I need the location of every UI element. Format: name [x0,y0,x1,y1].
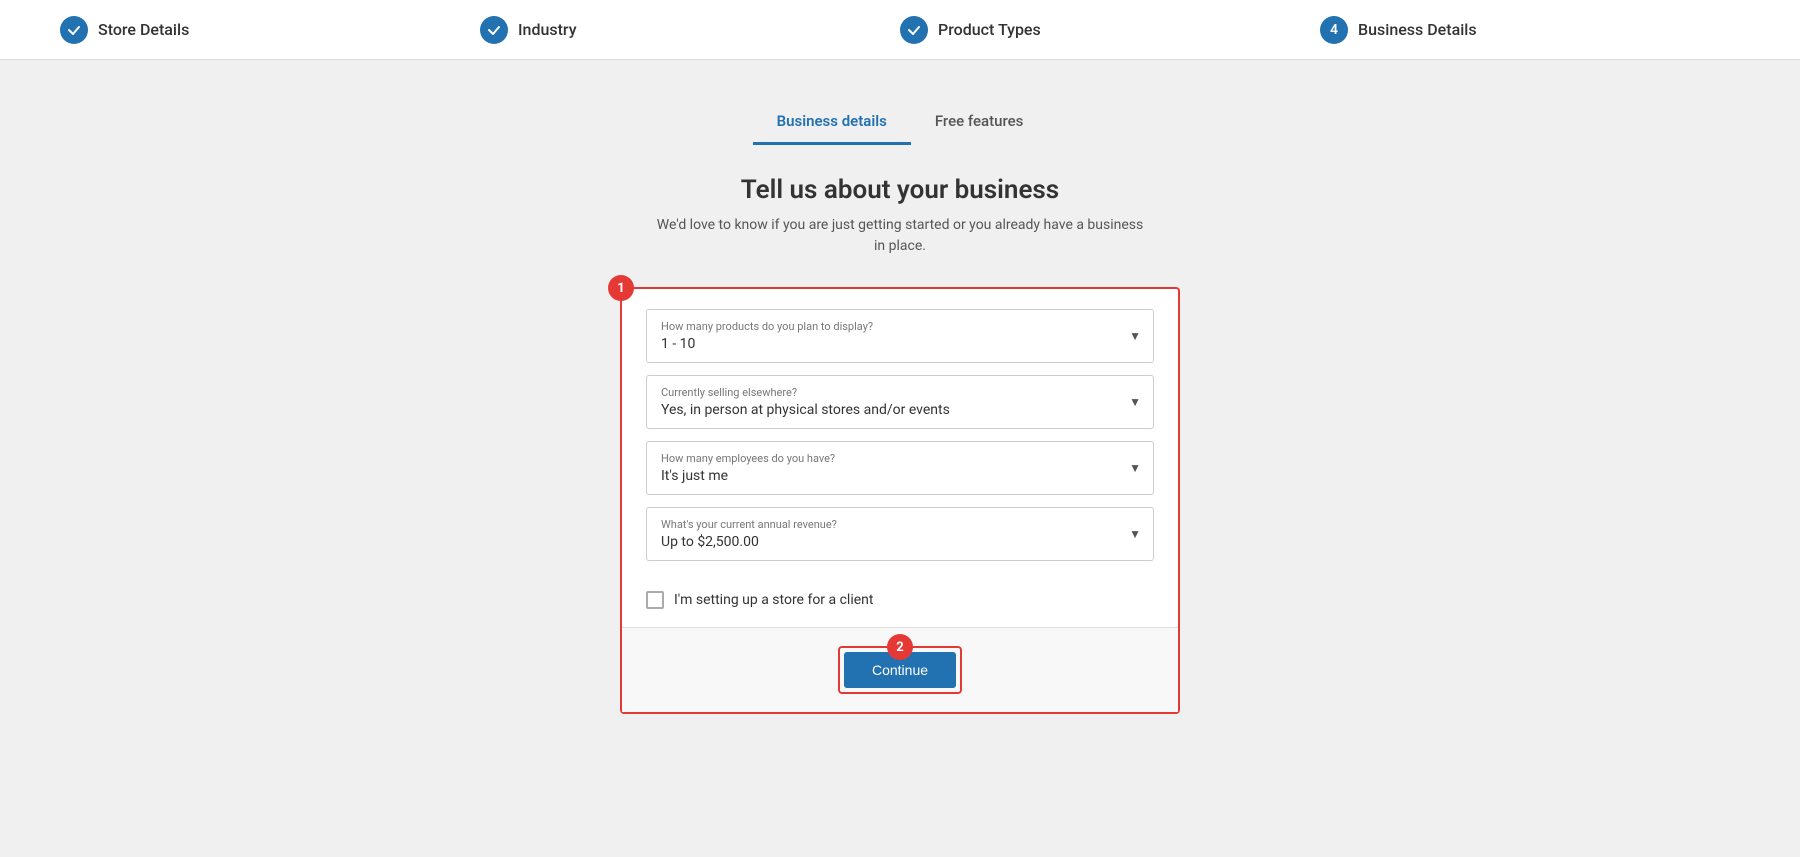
main-content: Business details Free features Tell us a… [0,60,1800,754]
step-store-details[interactable]: Store Details [60,16,480,44]
tab-business-details[interactable]: Business details [753,100,911,145]
selling-elsewhere-value: Yes, in person at physical stores and/or… [661,402,1139,418]
continue-button-wrapper: 2 Continue [838,646,962,694]
products-count-dropdown[interactable]: How many products do you plan to display… [646,309,1154,363]
step-product-types[interactable]: Product Types [900,16,1320,44]
products-count-chevron-icon: ▼ [1129,329,1141,343]
selling-elsewhere-dropdown[interactable]: Currently selling elsewhere? Yes, in per… [646,375,1154,429]
stepper: Store Details Industry Product Types 4 B… [0,0,1800,60]
annual-revenue-value: Up to $2,500.00 [661,534,1139,550]
annotation-badge-2: 2 [887,634,913,660]
form-fields: How many products do you plan to display… [622,289,1178,577]
selling-elsewhere-label: Currently selling elsewhere? [661,386,1139,399]
annotation-badge-1: 1 [608,275,634,301]
products-count-label: How many products do you plan to display… [661,320,1139,333]
step-business-details[interactable]: 4 Business Details [1320,16,1740,44]
step-product-types-label: Product Types [938,20,1041,39]
step-industry[interactable]: Industry [480,16,900,44]
continue-area: 2 Continue [622,627,1178,712]
tab-bar: Business details Free features [753,100,1048,145]
page-subtitle: We'd love to know if you are just gettin… [650,215,1150,257]
annual-revenue-dropdown[interactable]: What's your current annual revenue? Up t… [646,507,1154,561]
employees-value: It's just me [661,468,1139,484]
employees-dropdown[interactable]: How many employees do you have? It's jus… [646,441,1154,495]
client-store-checkbox-row[interactable]: I'm setting up a store for a client [622,577,1178,627]
step-industry-icon [480,16,508,44]
annual-revenue-chevron-icon: ▼ [1129,527,1141,541]
step-business-details-label: Business Details [1358,20,1477,39]
client-store-label: I'm setting up a store for a client [674,592,873,608]
step-store-details-label: Store Details [98,20,189,39]
employees-chevron-icon: ▼ [1129,461,1141,475]
step-industry-label: Industry [518,20,577,39]
page-title: Tell us about your business [741,175,1059,205]
annual-revenue-label: What's your current annual revenue? [661,518,1139,531]
step-store-details-icon [60,16,88,44]
employees-label: How many employees do you have? [661,452,1139,465]
tab-free-features[interactable]: Free features [911,100,1048,145]
client-store-checkbox[interactable] [646,591,664,609]
selling-elsewhere-chevron-icon: ▼ [1129,395,1141,409]
business-details-form: 1 How many products do you plan to displ… [620,287,1180,714]
step-product-types-icon [900,16,928,44]
step-business-details-icon: 4 [1320,16,1348,44]
products-count-value: 1 - 10 [661,336,1139,352]
